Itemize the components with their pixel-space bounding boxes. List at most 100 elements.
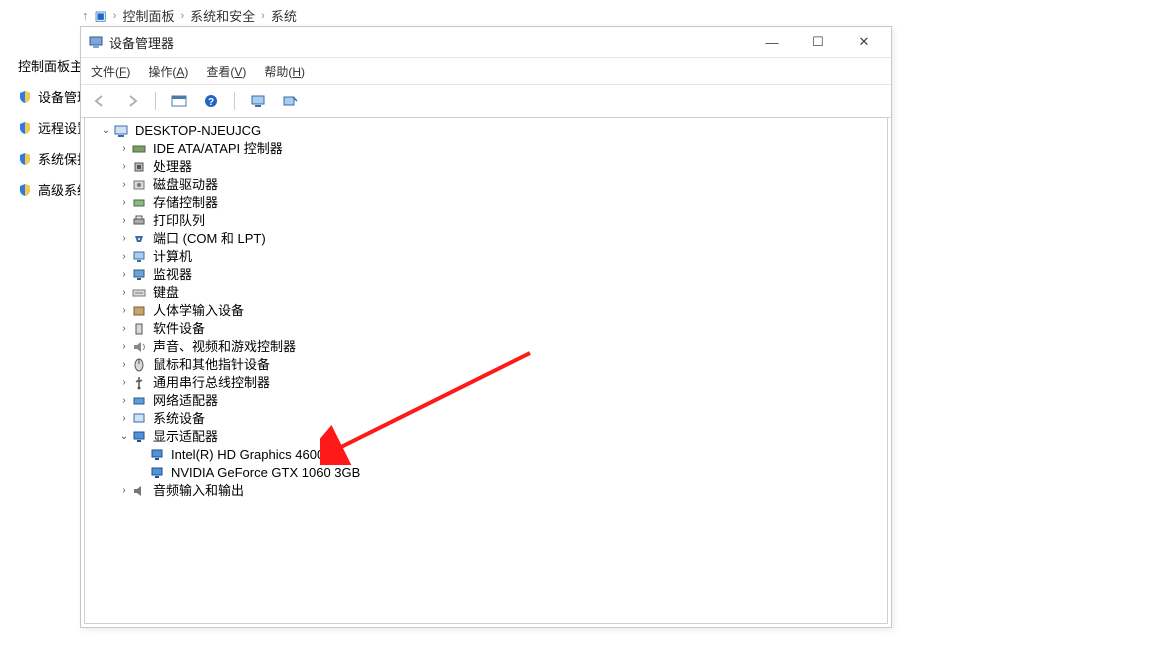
tree-category[interactable]: ›磁盘驱动器 — [89, 176, 883, 194]
tree-toggle-icon[interactable]: › — [117, 140, 131, 158]
tree-node-label: DESKTOP-NJEUJCG — [135, 122, 261, 140]
tree-category[interactable]: › 人体学输入设备 — [89, 302, 883, 320]
breadcrumb-leaf[interactable]: 系统 — [271, 6, 297, 25]
tree-category[interactable]: › 存储控制器 — [89, 194, 883, 212]
tree-node-label: 显示适配器 — [153, 428, 218, 446]
tree-node-label: 人体学输入设备 — [153, 302, 244, 320]
tree-toggle-icon[interactable]: › — [117, 194, 131, 212]
toolbar-separator — [155, 92, 156, 110]
device-manager-icon — [89, 35, 103, 49]
tree-category[interactable]: ⌄ 显示适配器 — [89, 428, 883, 446]
tree-pane: ⌄DESKTOP-NJEUJCG›IDE ATA/ATAPI 控制器›处理器›磁… — [84, 117, 888, 624]
tree-node-label: 声音、视频和游戏控制器 — [153, 338, 296, 356]
breadcrumb-mid[interactable]: 系统和安全 — [190, 6, 255, 25]
tree-category[interactable]: › 网络适配器 — [89, 392, 883, 410]
tree-category[interactable]: › 系统设备 — [89, 410, 883, 428]
tree-toggle-icon[interactable]: › — [117, 176, 131, 194]
mouse-icon — [131, 357, 149, 373]
tree-node-label: 打印队列 — [153, 212, 205, 230]
toolbar-separator — [234, 92, 235, 110]
tree-toggle-icon[interactable]: › — [117, 248, 131, 266]
close-button[interactable]: ✕ — [841, 27, 887, 57]
tree-toggle-icon[interactable]: › — [117, 284, 131, 302]
scan-button[interactable] — [247, 90, 269, 112]
tree-category[interactable]: ›计算机 — [89, 248, 883, 266]
keyboard-icon — [131, 285, 149, 301]
up-icon[interactable]: ↑ — [82, 8, 89, 23]
pc-icon — [131, 249, 149, 265]
titlebar: 设备管理器 — ☐ ✕ — [81, 27, 891, 58]
show-hidden-button[interactable] — [168, 90, 190, 112]
tree-node-label: Intel(R) HD Graphics 4600 — [171, 446, 324, 464]
device-manager-window: 设备管理器 — ☐ ✕ 文件(F)操作(A)查看(V)帮助(H) ? ⌄DE — [80, 26, 892, 628]
tree-node-label: 音频输入和输出 — [153, 482, 244, 500]
breadcrumb: ↑ ▣ › 控制面板 › 系统和安全 › 系统 — [82, 6, 297, 25]
tree-toggle-icon[interactable]: › — [117, 482, 131, 500]
shield-icon — [18, 121, 32, 135]
tree-toggle-icon[interactable]: › — [117, 212, 131, 230]
tree-device[interactable]: NVIDIA GeForce GTX 1060 3GB — [89, 464, 883, 482]
breadcrumb-root[interactable]: 控制面板 — [122, 6, 174, 25]
tree-node-label: 监视器 — [153, 266, 192, 284]
tree-category[interactable]: › 监视器 — [89, 266, 883, 284]
tree-toggle-icon[interactable]: › — [117, 410, 131, 428]
tree-node-label: 软件设备 — [153, 320, 205, 338]
maximize-button[interactable]: ☐ — [795, 27, 841, 57]
tree-node-label: 网络适配器 — [153, 392, 218, 410]
tree-device[interactable]: Intel(R) HD Graphics 4600 — [89, 446, 883, 464]
tree-node-label: NVIDIA GeForce GTX 1060 3GB — [171, 464, 360, 482]
menu-v[interactable]: 查看(V) — [206, 63, 246, 80]
tree-category[interactable]: › 声音、视频和游戏控制器 — [89, 338, 883, 356]
tree-category[interactable]: › 软件设备 — [89, 320, 883, 338]
sys-icon — [131, 411, 149, 427]
disk-icon — [131, 177, 149, 193]
tree-category[interactable]: ›处理器 — [89, 158, 883, 176]
net-icon — [131, 393, 149, 409]
chevron-right-icon: › — [261, 10, 265, 22]
forward-button[interactable] — [121, 90, 143, 112]
menubar: 文件(F) 操作(A) 查看(V) 帮助(H) — [81, 58, 891, 85]
properties-button[interactable] — [279, 90, 301, 112]
tree-category[interactable]: › 键盘 — [89, 284, 883, 302]
ide-icon — [131, 141, 149, 157]
tree-node-label: 鼠标和其他指针设备 — [153, 356, 270, 374]
tree-toggle-icon[interactable]: › — [117, 320, 131, 338]
tree-toggle-icon[interactable]: › — [117, 338, 131, 356]
menu-a[interactable]: 操作(A) — [148, 63, 188, 80]
tree-node-label: 系统设备 — [153, 410, 205, 428]
shield-icon — [18, 90, 32, 104]
menu-h[interactable]: 帮助(H) — [264, 63, 305, 80]
tree-toggle-icon[interactable]: › — [117, 392, 131, 410]
svg-text:?: ? — [208, 97, 214, 108]
tree-toggle-icon[interactable]: › — [117, 302, 131, 320]
tree-node-label: 键盘 — [153, 284, 179, 302]
chevron-right-icon: › — [180, 10, 184, 22]
tree-node-label: 存储控制器 — [153, 194, 218, 212]
tree-category[interactable]: › 音频输入和输出 — [89, 482, 883, 500]
tree-node-label: IDE ATA/ATAPI 控制器 — [153, 140, 283, 158]
display-icon — [131, 429, 149, 445]
tree-toggle-icon[interactable]: ⌄ — [117, 428, 131, 446]
tree-toggle-icon[interactable]: › — [117, 356, 131, 374]
tree-category[interactable]: › IDE ATA/ATAPI 控制器 — [89, 140, 883, 158]
tree-toggle-icon[interactable]: ⌄ — [99, 122, 113, 140]
tree-toggle-icon[interactable]: › — [117, 266, 131, 284]
usb-icon — [131, 375, 149, 391]
back-button[interactable] — [89, 90, 111, 112]
tree-category[interactable]: › 打印队列 — [89, 212, 883, 230]
tree-category[interactable]: › 鼠标和其他指针设备 — [89, 356, 883, 374]
printer-icon — [131, 213, 149, 229]
tree-category[interactable]: ›通用串行总线控制器 — [89, 374, 883, 392]
monitor-icon — [131, 267, 149, 283]
tree-toggle-icon[interactable]: › — [117, 158, 131, 176]
tree-toggle-icon[interactable]: › — [117, 374, 131, 392]
device-tree[interactable]: ⌄DESKTOP-NJEUJCG›IDE ATA/ATAPI 控制器›处理器›磁… — [89, 122, 883, 619]
pcroot-icon — [113, 123, 131, 139]
tree-category[interactable]: ›端口 (COM 和 LPT) — [89, 230, 883, 248]
minimize-button[interactable]: — — [749, 27, 795, 57]
help-button[interactable]: ? — [200, 90, 222, 112]
chevron-right-icon: › — [113, 10, 117, 22]
tree-root[interactable]: ⌄ DESKTOP-NJEUJCG — [89, 122, 883, 140]
menu-f[interactable]: 文件(F) — [91, 63, 130, 80]
tree-toggle-icon[interactable]: › — [117, 230, 131, 248]
